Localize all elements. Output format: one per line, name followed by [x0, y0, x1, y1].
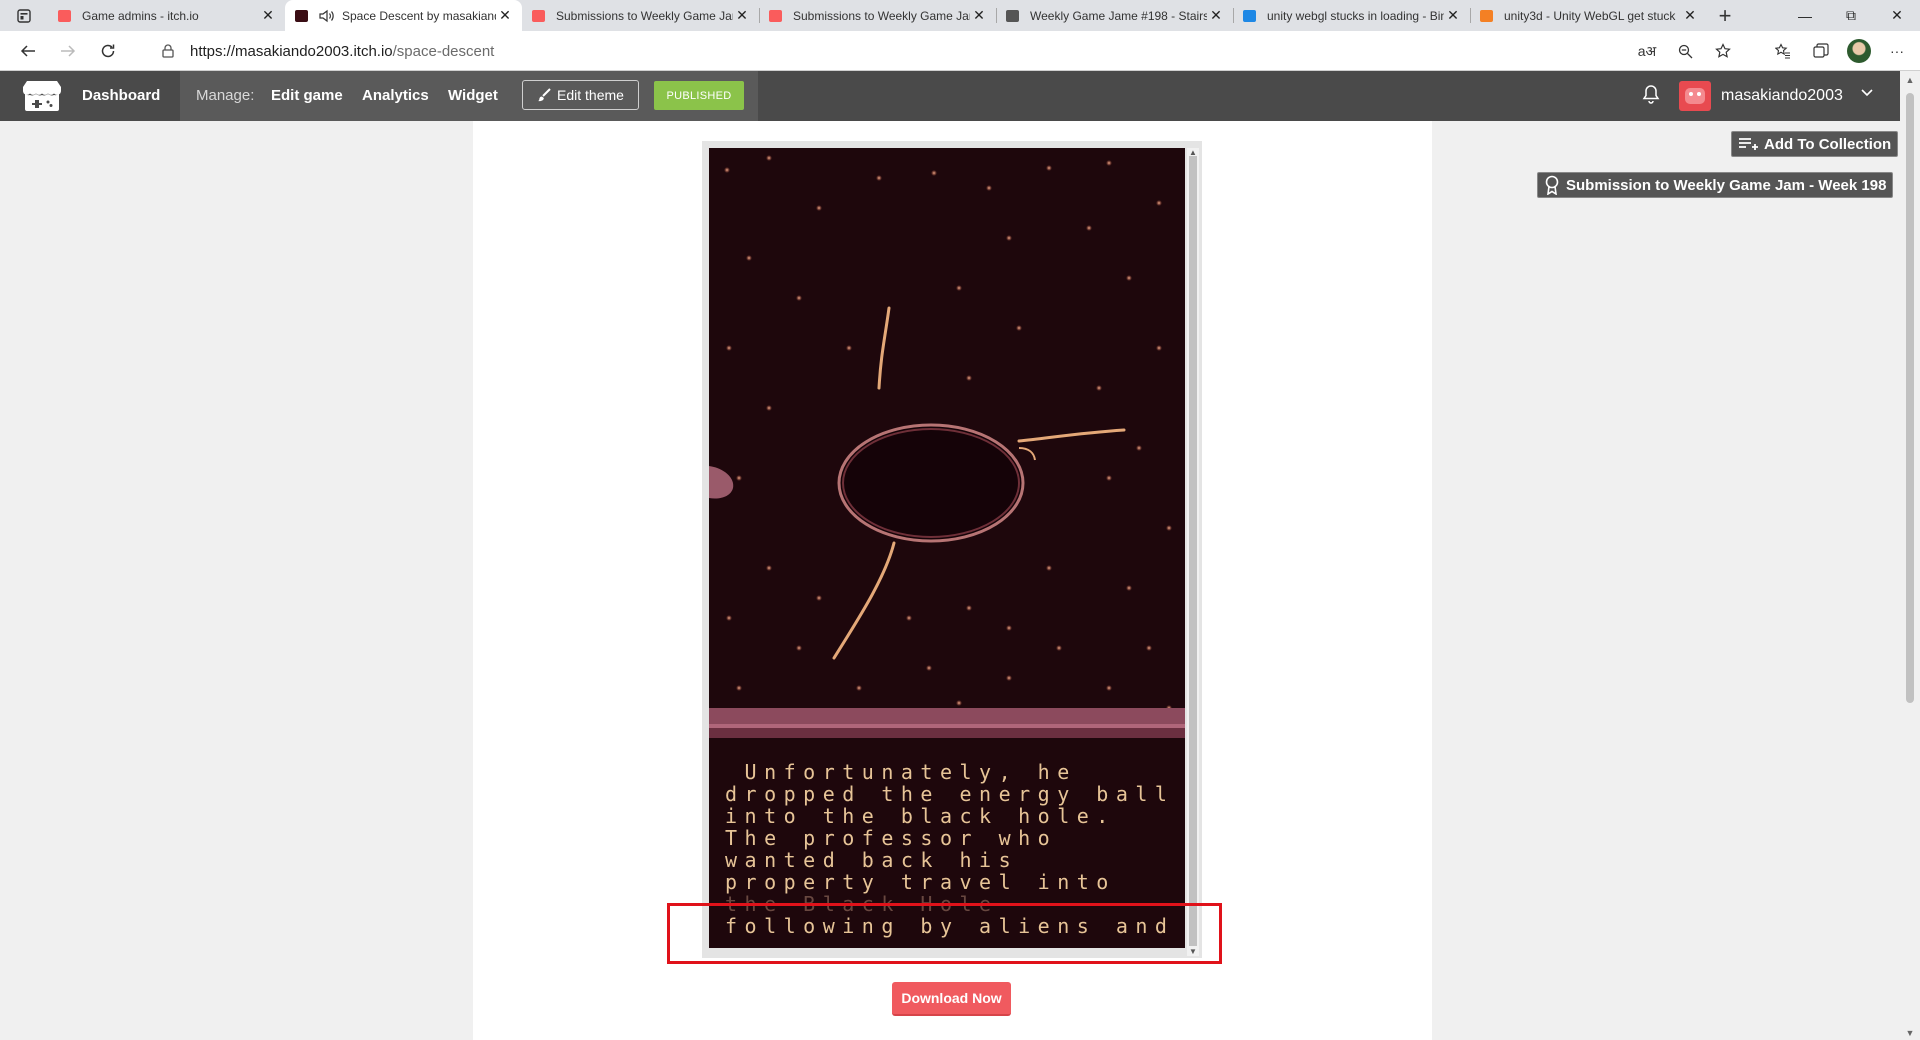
close-tab-icon[interactable]: ✕ — [1207, 7, 1225, 25]
zoom-out-icon[interactable] — [1666, 31, 1704, 71]
itch-favicon-icon — [56, 8, 72, 24]
analytics-link[interactable]: Analytics — [362, 87, 429, 104]
url-path: /space-descent — [392, 42, 495, 60]
browser-tab[interactable]: Space Descent by masakiando2003✕ — [285, 0, 522, 31]
paintbrush-icon — [538, 88, 551, 102]
user-avatar[interactable] — [1679, 81, 1711, 111]
restore-button[interactable]: ⧉ — [1828, 0, 1874, 31]
download-now-button[interactable]: Download Now — [892, 982, 1011, 1016]
dashboard-link[interactable]: Dashboard — [82, 87, 160, 104]
back-arrow-icon — [20, 44, 35, 57]
close-tab-icon[interactable]: ✕ — [259, 7, 277, 25]
story-line: dropped the energy ball — [725, 782, 1175, 806]
username-label[interactable]: masakiando2003 — [1721, 87, 1843, 105]
add-to-list-icon — [1739, 138, 1758, 150]
game-frame-scroll-thumb[interactable] — [1189, 156, 1197, 946]
browser-tab[interactable]: Game admins - itch.io ✕ — [48, 0, 285, 31]
story-line: The professor who — [725, 826, 1058, 850]
jam-favicon-icon — [1004, 8, 1020, 24]
forward-arrow-icon — [61, 44, 76, 57]
stackoverflow-favicon-icon — [1478, 8, 1494, 24]
browser-tab[interactable]: unity3d - Unity WebGL get stuck ✕ — [1470, 0, 1707, 31]
page-scroll-up-icon[interactable]: ▲ — [1900, 75, 1920, 85]
profile-avatar — [1847, 39, 1871, 63]
back-button[interactable] — [8, 31, 48, 71]
bing-favicon-icon — [1241, 8, 1257, 24]
favorites-icon[interactable] — [1764, 31, 1802, 71]
chevron-down-icon[interactable] — [1860, 86, 1874, 100]
published-status-button[interactable]: PUBLISHED — [654, 81, 744, 110]
close-tab-icon[interactable]: ✕ — [496, 7, 514, 25]
itch-favicon-icon — [530, 8, 546, 24]
close-tab-icon[interactable]: ✕ — [733, 7, 751, 25]
story-line: property travel into — [725, 870, 1116, 894]
close-window-button[interactable]: ✕ — [1874, 0, 1920, 31]
tab-title: unity webgl stucks in loading - Bing — [1267, 8, 1444, 23]
tab-actions-menu-button[interactable] — [0, 0, 48, 31]
add-to-collection-button[interactable]: Add To Collection — [1731, 131, 1899, 157]
speaker-icon[interactable] — [319, 9, 334, 23]
itch-header: Dashboard Manage: Edit game Analytics Wi… — [0, 71, 1920, 121]
url-host: https://masakiando2003.itch.io — [190, 42, 393, 60]
add-to-collection-label: Add To Collection — [1764, 135, 1892, 153]
manage-label: Manage: — [196, 87, 255, 104]
address-bar: https://masakiando2003.itch.io/space-des… — [0, 31, 1920, 71]
game-canvas[interactable]: Unfortunately, he dropped the energy ball… — [709, 148, 1185, 948]
award-ribbon-icon — [1545, 175, 1559, 195]
page-scrollbar[interactable]: ▲ ▼ — [1900, 71, 1920, 1040]
jam-submission-button[interactable]: Submission to Weekly Game Jam - Week 198 — [1537, 172, 1894, 198]
itch-logo-icon[interactable] — [22, 79, 62, 113]
refresh-icon — [101, 44, 115, 57]
browser-toolbar-right: aअ ··· — [1628, 31, 1920, 71]
edit-theme-label: Edit theme — [557, 87, 624, 103]
manage-toolbar: Manage: Edit game Analytics Widget Edit … — [180, 71, 758, 121]
edit-theme-button[interactable]: Edit theme — [522, 80, 639, 110]
window-controls: — ⧉ ✕ — [1782, 0, 1920, 31]
browser-tab[interactable]: Submissions to Weekly Game Jam ✕ — [522, 0, 759, 31]
url-field[interactable]: https://masakiando2003.itch.io/space-des… — [148, 36, 1520, 66]
refresh-button[interactable] — [88, 31, 128, 71]
tab-title: Weekly Game Jame #198 - Stairs — [1030, 8, 1207, 23]
browser-tab-strip: Game admins - itch.io ✕ Space Descent by m… — [0, 0, 1920, 31]
tab-title: Submissions to Weekly Game Jam — [793, 8, 970, 23]
itch-favicon-icon — [767, 8, 783, 24]
close-tab-icon[interactable]: ✕ — [970, 7, 988, 25]
story-line: into the black hole. — [725, 804, 1116, 828]
edit-game-link[interactable]: Edit game — [271, 87, 343, 104]
game-frame-scrollbar[interactable]: ▲ ▼ — [1187, 148, 1199, 956]
widget-link[interactable]: Widget — [448, 87, 498, 104]
close-tab-icon[interactable]: ✕ — [1444, 7, 1462, 25]
jam-submission-label: Submission to Weekly Game Jam - Week 198 — [1566, 176, 1887, 194]
close-tab-icon[interactable]: ✕ — [1681, 7, 1699, 25]
profile-button[interactable] — [1840, 31, 1878, 71]
new-tab-button[interactable]: + — [1707, 0, 1743, 31]
add-favorite-icon[interactable] — [1704, 31, 1742, 71]
tab-title: Space Descent by masakiando2003 — [342, 8, 496, 23]
page-scroll-thumb[interactable] — [1906, 93, 1914, 703]
minimize-button[interactable]: — — [1782, 0, 1828, 31]
browser-tab[interactable]: Weekly Game Jame #198 - Stairs ✕ — [996, 0, 1233, 31]
browser-tab[interactable]: unity webgl stucks in loading - Bing ✕ — [1233, 0, 1470, 31]
settings-more-icon[interactable]: ··· — [1878, 31, 1916, 71]
tab-actions-icon — [17, 8, 31, 23]
forward-button[interactable] — [48, 31, 88, 71]
tab-title: Game admins - itch.io — [82, 8, 199, 23]
read-aloud-icon[interactable]: aअ — [1628, 31, 1666, 71]
story-line: wanted back his — [725, 848, 1019, 872]
lock-icon[interactable] — [158, 44, 178, 58]
tab-title: unity3d - Unity WebGL get stuck — [1504, 8, 1676, 23]
browser-tab[interactable]: Submissions to Weekly Game Jam ✕ — [759, 0, 996, 31]
space-descent-favicon-icon — [293, 8, 309, 24]
story-line: Unfortunately, he — [725, 760, 1077, 784]
page-scroll-down-icon[interactable]: ▼ — [1900, 1028, 1920, 1038]
tab-title: Submissions to Weekly Game Jam — [556, 8, 733, 23]
highlight-annotation-box — [667, 903, 1222, 964]
collections-icon[interactable] — [1802, 31, 1840, 71]
notifications-bell-icon[interactable] — [1642, 84, 1660, 104]
